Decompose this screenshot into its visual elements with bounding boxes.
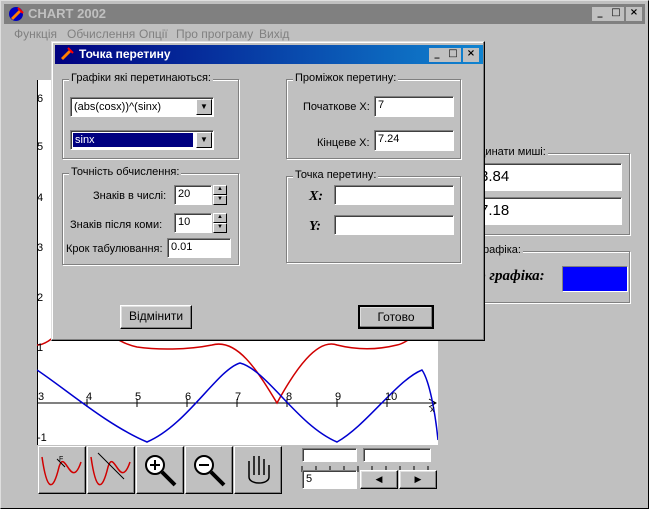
close-button[interactable]: × (626, 7, 642, 21)
digits-stepper[interactable]: ▲ ▼ (213, 185, 227, 205)
spin-up-icon[interactable]: ▲ (213, 213, 227, 223)
x-tick-label: 3 (38, 391, 45, 403)
digits-label: Знаків в числі: (93, 190, 167, 202)
intersection-dialog: Точка перетину _ □ × Графіки які перетин… (51, 41, 485, 341)
x-tick-label: 4 (86, 391, 93, 403)
x-tick-label: 7 (235, 391, 242, 403)
x-tick-label: 5 (135, 391, 142, 403)
pan-button[interactable] (234, 446, 282, 494)
y-tick-label: -1 (37, 432, 47, 444)
end-x-field[interactable]: 7.24 (374, 130, 454, 151)
step-value-field[interactable]: 5 (302, 470, 357, 489)
menu-exit[interactable]: Вихід (259, 27, 289, 41)
main-titlebar[interactable]: CHART 2002 _ □ × (4, 4, 645, 24)
zoom-in-icon (145, 455, 177, 487)
mouse-coords-legend: динати миші: (477, 146, 548, 158)
plot-func2-button[interactable] (87, 446, 135, 494)
func2-value: sinx (73, 133, 193, 147)
start-x-label: Початкове X: (303, 101, 370, 113)
maximize-button[interactable]: □ (608, 7, 624, 21)
y-tick-label: 5 (37, 141, 44, 153)
ok-button[interactable]: Готово (358, 305, 434, 329)
graph-color-swatch[interactable] (562, 266, 628, 292)
func1-select[interactable]: (abs(cosx))^(sinx) ▼ (70, 97, 214, 117)
dialog-title: Точка перетину (79, 47, 171, 61)
spin-down-icon[interactable]: ▼ (213, 195, 227, 205)
graphs-legend: Графіки які перетинаються: (69, 72, 213, 84)
dialog-maximize-button[interactable]: □ (445, 48, 461, 62)
scale-field-2[interactable] (363, 448, 431, 462)
point-y-field[interactable] (334, 215, 454, 235)
scale-field-1[interactable] (302, 448, 357, 462)
dialog-titlebar[interactable]: Точка перетину _ □ × (55, 45, 483, 64)
dialog-icon (61, 47, 74, 60)
point-y-label: Y: (309, 219, 321, 234)
func1-value: (abs(cosx))^(sinx) (74, 101, 162, 113)
chevron-down-icon[interactable]: ▼ (196, 99, 212, 115)
mouse-y-field[interactable]: 7.18 (474, 197, 622, 225)
y-tick-label: 4 (37, 192, 44, 204)
menu-about[interactable]: Про програму (176, 27, 253, 41)
interval-legend: Проміжок перетину: (293, 72, 399, 84)
point-legend: Точка перетину: (293, 169, 379, 181)
mouse-x-field[interactable]: 3.84 (474, 163, 622, 191)
graph-line-icon (90, 452, 131, 486)
point-x-label: X: (309, 189, 323, 204)
spin-up-icon[interactable]: ▲ (213, 185, 227, 195)
app-icon (9, 7, 24, 21)
y-tick-label: 3 (37, 242, 44, 254)
x-axis-label: x (430, 404, 435, 414)
decimals-label: Знаків після коми: (70, 219, 163, 231)
x-tick-label: 6 (185, 391, 192, 403)
graph-icon: F (41, 456, 82, 486)
precision-legend: Точність обчислення: (69, 166, 182, 178)
step-left-button[interactable]: ◀ (360, 470, 398, 489)
zoom-in-button[interactable] (136, 446, 184, 494)
cancel-button[interactable]: Відмінити (120, 305, 192, 329)
y-tick-label: 2 (37, 292, 44, 304)
dialog-close-button[interactable]: × (463, 48, 479, 62)
step-label: Крок табулювання: (66, 243, 163, 255)
step-field[interactable]: 0.01 (167, 238, 231, 258)
menu-calculations[interactable]: Обчислення (67, 27, 135, 41)
func2-select[interactable]: sinx ▼ (70, 130, 214, 150)
dialog-minimize-button[interactable]: _ (429, 48, 445, 62)
plot-func-button[interactable]: F (38, 446, 86, 494)
zoom-out-button[interactable] (185, 446, 233, 494)
zoom-out-icon (194, 455, 226, 487)
app-title: CHART 2002 (28, 6, 107, 21)
start-x-field[interactable]: 7 (374, 96, 454, 117)
digits-field[interactable]: 20 (174, 185, 212, 205)
menu-options[interactable]: Опції (139, 27, 168, 41)
point-x-field[interactable] (334, 185, 454, 205)
minimize-button[interactable]: _ (592, 7, 608, 21)
svg-text:F: F (59, 456, 63, 463)
menu-function[interactable]: Функція (14, 27, 57, 41)
y-tick-label: 1 (37, 342, 44, 354)
y-tick-label: 6 (37, 93, 44, 105)
hand-icon (248, 456, 270, 484)
spin-down-icon[interactable]: ▼ (213, 223, 227, 233)
decimals-field[interactable]: 10 (174, 213, 212, 233)
chevron-down-icon[interactable]: ▼ (196, 132, 212, 148)
x-tick-label: 10 (385, 391, 398, 403)
step-right-button[interactable]: ▶ (399, 470, 437, 489)
ruler-ticks (298, 463, 438, 472)
end-x-label: Кінцеве X: (317, 137, 370, 149)
decimals-stepper[interactable]: ▲ ▼ (213, 213, 227, 233)
x-tick-label: 8 (286, 391, 293, 403)
x-tick-label: 9 (335, 391, 342, 403)
